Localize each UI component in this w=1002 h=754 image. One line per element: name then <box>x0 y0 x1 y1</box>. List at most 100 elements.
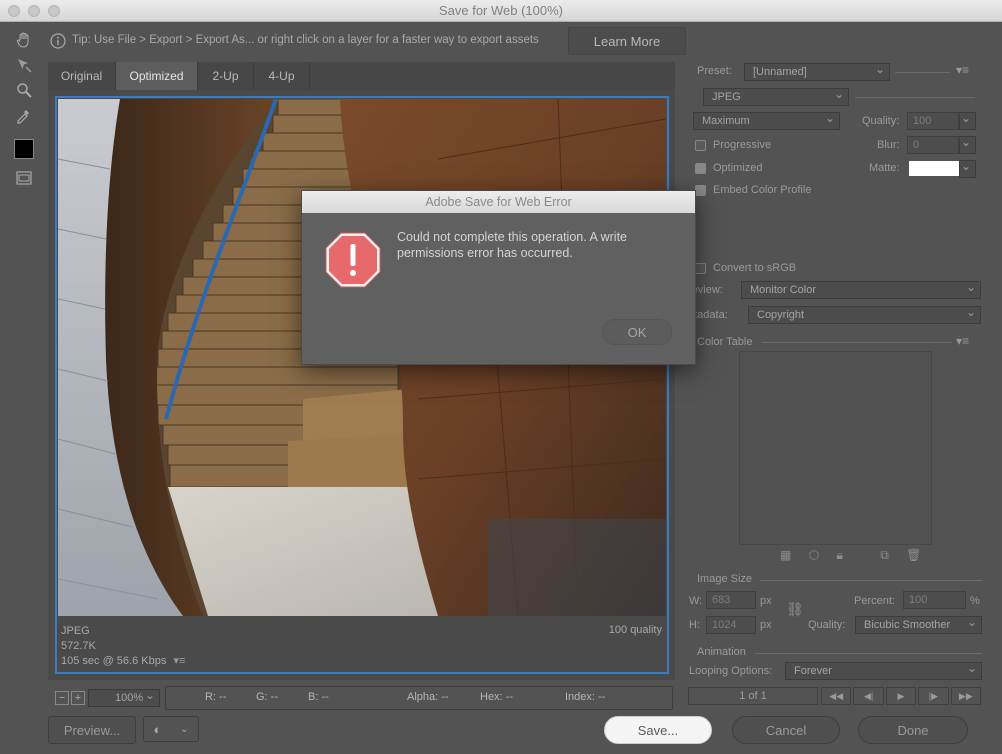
toolbox <box>9 26 39 196</box>
quality-dropdown[interactable] <box>959 112 976 130</box>
delete-color-icon[interactable]: 🗑︎ <box>906 548 921 562</box>
resample-quality-select[interactable]: Bicubic Smoother <box>855 616 982 634</box>
eyedropper-tool-icon[interactable] <box>11 103 37 127</box>
info-format: JPEG <box>61 625 90 637</box>
progressive-checkbox[interactable] <box>695 140 706 151</box>
width-unit: px <box>760 595 772 607</box>
embed-color-profile-label: Embed Color Profile <box>713 184 812 196</box>
preview-mode-select[interactable]: Monitor Color <box>741 281 981 299</box>
dialog-message: Could not complete this operation. A wri… <box>397 230 627 260</box>
toggle-slices-visibility-icon[interactable] <box>11 166 37 190</box>
learn-more-button[interactable]: Learn More <box>568 27 686 55</box>
file-format-select[interactable]: JPEG <box>703 88 849 106</box>
image-size-divider <box>760 580 982 581</box>
width-field[interactable]: 683 <box>706 591 756 609</box>
tab-optimized[interactable]: Optimized <box>116 62 198 90</box>
lock-color-icon[interactable]: 🔒︎ <box>837 548 843 562</box>
last-frame-icon[interactable]: ▶▶ <box>950 687 982 705</box>
height-field[interactable]: 1024 <box>706 616 756 634</box>
optimized-checkbox[interactable] <box>695 163 706 174</box>
quality-field[interactable]: 100 <box>907 112 959 130</box>
height-label: H: <box>689 619 700 631</box>
tip-text: Tip: Use File > Export > Export As... or… <box>72 34 539 46</box>
play-icon[interactable]: ▶ <box>885 687 917 705</box>
animation-divider <box>755 653 982 654</box>
previous-frame-icon[interactable]: ◀| <box>853 687 884 705</box>
tab-2-up[interactable]: 2-Up <box>198 62 254 90</box>
quality-label: Quality: <box>862 115 900 127</box>
index-readout: Index: -- <box>565 691 606 703</box>
first-frame-icon[interactable]: ◀◀ <box>821 687 852 705</box>
browser-preview-menu[interactable]: ◐ ⌄ <box>143 716 199 742</box>
red-readout: R: -- <box>205 691 227 703</box>
blue-readout: B: -- <box>308 691 329 703</box>
done-button[interactable]: Done <box>858 716 968 744</box>
constrain-proportions-link-icon[interactable]: ⛓ <box>786 601 804 618</box>
window-title: Save for Web (100%) <box>438 3 564 18</box>
looping-options-label: Looping Options: <box>689 665 773 677</box>
matte-color-swatch[interactable] <box>909 161 959 176</box>
new-color-icon[interactable]: ⧉ <box>880 548 889 562</box>
animation-title: Animation <box>697 646 746 658</box>
looping-options-select[interactable]: Forever <box>785 662 982 680</box>
hand-tool-icon[interactable] <box>11 28 37 52</box>
preset-select[interactable]: [Unnamed] <box>744 63 890 81</box>
error-dialog: Adobe Save for Web Error Could not compl… <box>301 190 696 365</box>
zoom-tool-icon[interactable] <box>11 78 37 102</box>
web-snap-icon[interactable]: ⬡ <box>809 548 819 562</box>
preset-label: Preset: <box>697 65 732 77</box>
browser-icon: ◐ <box>153 721 162 737</box>
info-quality: 100 quality <box>608 624 662 636</box>
preset-divider <box>895 72 950 73</box>
percent-label: Percent: <box>854 595 895 607</box>
save-button[interactable]: Save... <box>604 716 712 744</box>
convert-srgb-label: Convert to sRGB <box>713 262 797 274</box>
map-to-transparent-icon[interactable]: ▦ <box>780 548 791 562</box>
chevron-down-icon: ⌄ <box>180 723 189 735</box>
height-unit: px <box>760 619 772 631</box>
blur-dropdown[interactable] <box>959 136 976 154</box>
width-label: W: <box>689 595 703 607</box>
format-divider <box>855 97 975 98</box>
compression-select[interactable]: Maximum <box>693 112 840 130</box>
preview-button[interactable]: Preview... <box>48 716 136 744</box>
tab-4-up[interactable]: 4-Up <box>254 62 310 90</box>
metadata-select[interactable]: Copyright <box>748 306 981 324</box>
info-icon <box>50 33 66 49</box>
preset-menu-icon[interactable]: ▾≡ <box>956 63 969 77</box>
blur-field[interactable]: 0 <box>907 136 959 154</box>
blur-label: Blur: <box>877 139 900 151</box>
ok-button[interactable]: OK <box>602 319 672 345</box>
color-table-label: Color Table <box>697 336 753 348</box>
color-table-actions: ▦ ⬡ 🔒︎ ⧉ 🗑︎ <box>780 548 921 563</box>
eyedropper-color-swatch[interactable] <box>11 137 37 161</box>
hex-readout: Hex: -- <box>480 691 513 703</box>
info-file-size: 572.7K <box>61 640 96 652</box>
next-frame-icon[interactable]: |▶ <box>918 687 949 705</box>
resample-quality-label: Quality: <box>808 619 846 631</box>
optimized-info: JPEG 572.7K 105 sec @ 56.6 Kbps ▾≡ <box>61 624 185 669</box>
animation-controls: ◀◀ ◀| ▶ |▶ ▶▶ <box>821 687 982 705</box>
green-readout: G: -- <box>256 691 278 703</box>
embed-color-profile-checkbox[interactable] <box>695 185 706 196</box>
view-tabs: Original Optimized 2-Up 4-Up <box>48 62 675 90</box>
tip-bar: Tip: Use File > Export > Export As... or… <box>46 26 686 56</box>
color-table-menu-icon[interactable]: ▾≡ <box>956 334 969 348</box>
info-download-time: 105 sec @ 56.6 Kbps ▾≡ <box>61 654 185 669</box>
zoom-in-button[interactable]: + <box>71 691 85 705</box>
frame-counter: 1 of 1 <box>688 687 818 705</box>
matte-dropdown[interactable] <box>959 160 976 178</box>
info-download-time-text: 105 sec @ 56.6 Kbps <box>61 655 167 667</box>
zoom-out-button[interactable]: − <box>55 691 69 705</box>
percent-unit: % <box>970 595 980 607</box>
matte-label: Matte: <box>869 162 900 174</box>
download-time-menu-icon[interactable]: ▾≡ <box>173 655 185 667</box>
zoom-level-select[interactable]: 100% <box>88 689 160 707</box>
slice-select-tool-icon[interactable] <box>11 53 37 77</box>
cancel-button[interactable]: Cancel <box>732 716 840 744</box>
warning-stop-icon <box>325 232 381 288</box>
tab-original[interactable]: Original <box>48 62 116 90</box>
image-size-title: Image Size <box>697 573 753 585</box>
percent-field[interactable]: 100 <box>903 591 966 609</box>
convert-srgb-checkbox[interactable] <box>695 263 706 274</box>
